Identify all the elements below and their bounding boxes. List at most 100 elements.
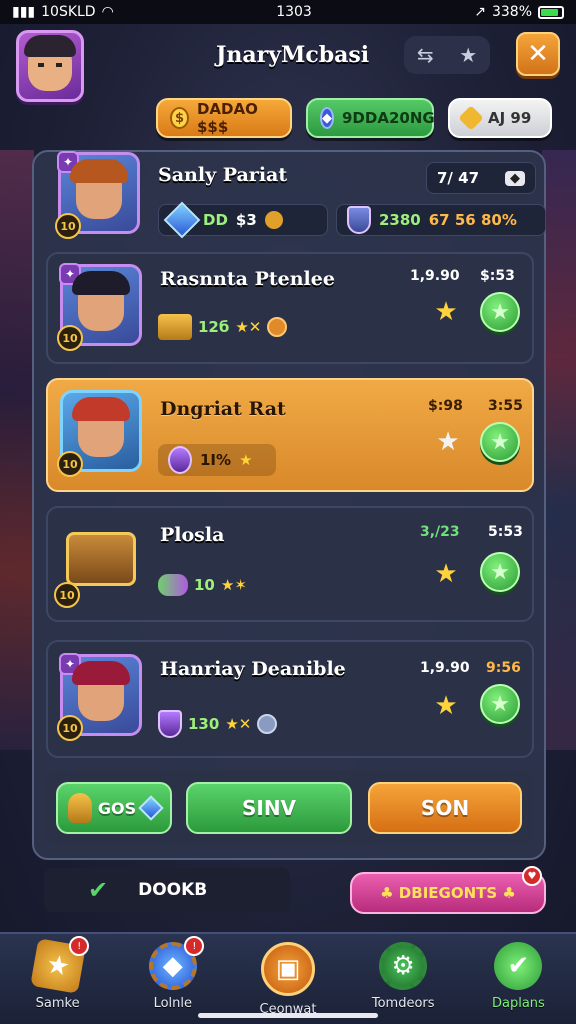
treasure-chest-icon: 10 bbox=[54, 518, 142, 608]
battery-percent: 338% bbox=[491, 4, 532, 20]
hero-stats: 1I% ★ bbox=[158, 444, 276, 476]
hero-row-selected[interactable]: 10 Dngriat Rat $:98 3:55 1I% ★ ★ ★ bbox=[46, 378, 534, 492]
stat-box-left: DD $3 bbox=[158, 201, 328, 239]
select-button[interactable]: ★ bbox=[480, 422, 520, 462]
wifi-icon: ◠ bbox=[101, 4, 114, 20]
crystal-amount: AJ 99 bbox=[488, 109, 532, 127]
favorite-star-icon[interactable]: ★ bbox=[434, 428, 462, 456]
hero-name: Dngriat Rat bbox=[160, 398, 286, 420]
gold-amount: DADAO $$$ bbox=[196, 100, 258, 136]
stat-left: DD bbox=[203, 211, 228, 229]
action-bar: GOS SINV SON bbox=[46, 770, 534, 846]
level-badge: 10 bbox=[57, 451, 83, 477]
hero-list-panel: ✦ 10 Sanly Pariat 7/ 47 ◆ DD $3 2380 67 … bbox=[32, 150, 546, 860]
nav-label: Daplans bbox=[492, 996, 545, 1011]
hero-portrait: 10 bbox=[57, 390, 142, 477]
purple-shield-icon bbox=[158, 710, 182, 738]
hero-row[interactable]: ✦ 10 Sanly Pariat 7/ 47 ◆ DD $3 2380 67 … bbox=[46, 151, 546, 248]
close-button[interactable]: ✕ bbox=[516, 32, 560, 76]
diamond-icon[interactable]: ◆ bbox=[505, 170, 525, 186]
price-label-2: $:53 bbox=[480, 268, 515, 284]
blue-gem-icon bbox=[163, 201, 201, 239]
price-label: 3,/23 bbox=[420, 524, 460, 540]
star-icon: ★ bbox=[239, 451, 253, 469]
hero-stats: 130 ★✕ bbox=[158, 710, 278, 738]
select-button[interactable]: ★ bbox=[480, 684, 520, 724]
left-wall-decor bbox=[0, 150, 34, 750]
nav-label: Samke bbox=[35, 996, 80, 1011]
favorite-star-icon[interactable]: ★ bbox=[432, 560, 460, 588]
cog-icon: ⚙ bbox=[379, 942, 428, 990]
shield-icon bbox=[347, 206, 371, 234]
stars-icon: ★✕ bbox=[225, 715, 252, 733]
clock: 1303 bbox=[276, 4, 312, 20]
hero-name: Sanly Pariat bbox=[158, 164, 288, 186]
gold-trophy-icon bbox=[67, 793, 92, 823]
swap-icon[interactable]: ⇆ bbox=[417, 43, 434, 67]
stat-value: 130 bbox=[188, 715, 220, 733]
stat-mid: $3 bbox=[235, 211, 257, 229]
price-label: 1,9.90 bbox=[410, 268, 460, 284]
price-label-2: 3:55 bbox=[488, 398, 523, 414]
favorite-star-icon[interactable]: ★ bbox=[432, 692, 460, 720]
gos-label: GOS bbox=[97, 798, 137, 818]
select-button[interactable]: ★ bbox=[480, 552, 520, 592]
gem-icon: ◆ bbox=[320, 107, 334, 129]
son-button[interactable]: SON bbox=[368, 782, 522, 834]
level-badge: 10 bbox=[57, 715, 83, 741]
hero-portrait: ✦ 10 bbox=[57, 263, 142, 351]
level-badge: 10 bbox=[55, 213, 81, 239]
potion-icon bbox=[158, 574, 188, 596]
nav-item-lolnle[interactable]: ◆ ! Lolnle bbox=[115, 934, 230, 1024]
price-label-2: 5:53 bbox=[488, 524, 523, 540]
bottom-nav: ★ ! Samke ◆ ! Lolnle ▣ Ceonwat ⚙ Tomdeor… bbox=[0, 932, 576, 1024]
nav-item-samke[interactable]: ★ ! Samke bbox=[0, 934, 115, 1024]
gem-currency[interactable]: ◆ 9DDA20NG bbox=[306, 98, 435, 138]
promo-button[interactable]: ♣ DBIEGONTS ♣ ♥ bbox=[350, 866, 546, 914]
portrait-token-icon bbox=[168, 446, 192, 474]
gem-icon bbox=[138, 795, 164, 821]
stars-icon: ★✕ bbox=[235, 318, 262, 336]
chat-icon: ▣ bbox=[261, 942, 315, 996]
stat-value: 1I% bbox=[200, 451, 232, 469]
leaf-icon: ✔ bbox=[494, 942, 543, 990]
gold-bars-icon bbox=[158, 314, 192, 340]
player-avatar[interactable] bbox=[16, 30, 84, 102]
notification-badge: ! bbox=[69, 936, 90, 956]
completed-banner[interactable]: ✔ DOOKB bbox=[44, 868, 290, 912]
level-badge: 10 bbox=[54, 582, 80, 608]
hero-portrait: ✦ 10 bbox=[57, 653, 142, 741]
stat-percent: 67 56 80% bbox=[428, 211, 517, 229]
signal-icon: ▮▮▮ bbox=[12, 4, 36, 20]
select-button[interactable]: ★ bbox=[480, 292, 520, 332]
stat-value: 10 bbox=[194, 576, 215, 594]
nav-item-daplans[interactable]: ✔ Daplans bbox=[461, 934, 576, 1024]
crystal-currency[interactable]: AJ 99 bbox=[448, 98, 552, 138]
price-label: 1,9.90 bbox=[420, 660, 470, 676]
coin-icon bbox=[264, 211, 283, 229]
hero-row[interactable]: ✦ 10 Rasnnta Ptenlee 1,9.90 $:53 12б ★✕ … bbox=[46, 252, 534, 364]
hero-stats: 12б ★✕ bbox=[158, 314, 288, 340]
star-icon[interactable]: ★ bbox=[459, 43, 477, 67]
hero-row[interactable]: 10 Plosla 3,/23 5:53 10 ★✶ ★ ★ bbox=[46, 506, 534, 622]
sinv-button[interactable]: SINV bbox=[186, 782, 352, 834]
nav-item-ceonwat[interactable]: ▣ Ceonwat bbox=[230, 934, 345, 1024]
favorite-star-icon[interactable]: ★ bbox=[432, 298, 460, 326]
hero-row[interactable]: ✦ 10 Hanriay Deanible 1,9.90 9:56 130 ★✕… bbox=[46, 640, 534, 758]
price-label: $:98 bbox=[428, 398, 463, 414]
hero-stats: 10 ★✶ bbox=[158, 574, 247, 596]
checkmark-icon: ✔ bbox=[88, 876, 109, 904]
count-text: 7/ 47 bbox=[437, 169, 480, 187]
hero-count: 7/ 47 ◆ bbox=[426, 162, 536, 194]
silver-coin-icon bbox=[257, 714, 278, 734]
header: JnaryMcbasi ⇆ ★ ✕ bbox=[16, 28, 560, 108]
crystal-icon bbox=[458, 105, 484, 131]
hero-name: Rasnnta Ptenlee bbox=[160, 268, 335, 290]
home-indicator bbox=[198, 1013, 378, 1018]
stat-right: 2380 bbox=[379, 211, 421, 229]
coin-icon bbox=[267, 317, 288, 337]
nav-item-tomdeors[interactable]: ⚙ Tomdeors bbox=[346, 934, 461, 1024]
gold-currency[interactable]: $ DADAO $$$ bbox=[156, 98, 292, 138]
stars-icon: ★✶ bbox=[220, 576, 247, 594]
gos-button[interactable]: GOS bbox=[56, 782, 172, 834]
